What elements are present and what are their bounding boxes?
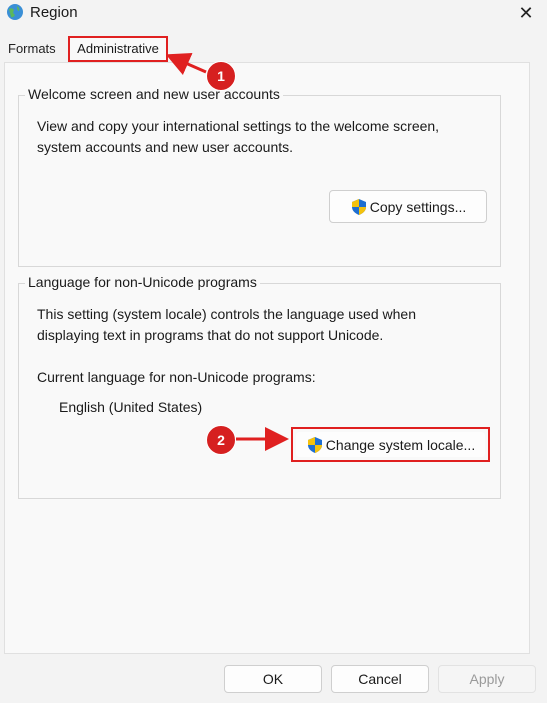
locale-description-line-2: displaying text in programs that do not … <box>37 327 384 343</box>
welcome-description-line-1: View and copy your international setting… <box>37 118 440 134</box>
current-language-value: English (United States) <box>59 399 203 415</box>
window-title: Region <box>30 4 78 21</box>
welcome-screen-group: Welcome screen and new user accounts Vie… <box>18 86 501 267</box>
copy-settings-button[interactable]: Copy settings... <box>329 190 487 223</box>
current-language-label: Current language for non-Unicode program… <box>37 369 316 385</box>
non-unicode-group-label: Language for non-Unicode programs <box>25 274 260 290</box>
ok-button[interactable]: OK <box>224 665 322 693</box>
title-bar: Region ✕ <box>0 0 547 26</box>
tab-administrative[interactable]: Administrative <box>68 36 168 62</box>
non-unicode-group: Language for non-Unicode programs This s… <box>18 274 501 499</box>
tab-panel-administrative: Welcome screen and new user accounts Vie… <box>4 62 530 654</box>
globe-icon <box>7 4 23 20</box>
annotation-marker-2: 2 <box>206 425 236 455</box>
close-button[interactable]: ✕ <box>515 2 537 24</box>
locale-description-line-1: This setting (system locale) controls th… <box>37 306 416 322</box>
change-locale-highlight: Change system locale... <box>291 427 490 462</box>
change-system-locale-button[interactable]: Change system locale... <box>296 432 485 457</box>
change-system-locale-label: Change system locale... <box>325 436 476 453</box>
welcome-group-label: Welcome screen and new user accounts <box>25 86 283 102</box>
close-icon: ✕ <box>518 3 534 23</box>
shield-icon <box>351 198 366 215</box>
welcome-description-line-2: system accounts and new user accounts. <box>37 139 294 155</box>
cancel-button[interactable]: Cancel <box>331 665 429 693</box>
shield-icon <box>307 436 322 453</box>
annotation-marker-1: 1 <box>206 61 236 91</box>
tab-formats[interactable]: Formats <box>8 38 68 60</box>
copy-settings-label: Copy settings... <box>369 198 467 215</box>
apply-button[interactable]: Apply <box>438 665 536 693</box>
